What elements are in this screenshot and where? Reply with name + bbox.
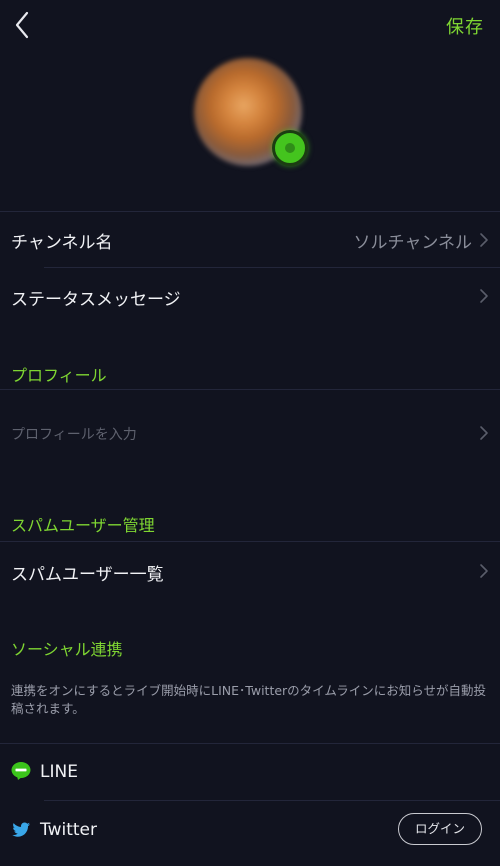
line-logo-icon	[11, 762, 31, 780]
profile-input-placeholder: プロフィールを入力	[11, 427, 137, 443]
social-section-title: ソーシャル連携	[11, 640, 123, 659]
chevron-right-icon	[480, 564, 488, 578]
chevron-left-icon	[15, 11, 29, 39]
channel-name-label: チャンネル名	[11, 233, 113, 253]
social-info-text: 連携をオンにするとライブ開始時にLINE･Twitterのタイムラインにお知らせ…	[11, 683, 487, 716]
channel-name-row[interactable]: チャンネル名 ソルチャンネル	[0, 212, 500, 267]
twitter-label: Twitter	[40, 820, 97, 840]
channel-avatar-editor[interactable]	[194, 58, 308, 170]
line-label: LINE	[40, 762, 78, 782]
channel-name-value: ソルチャンネル	[353, 233, 473, 253]
channel-settings-screen: 保存 チャンネル名 ソルチャンネル ステータスメッセージ プロフィール プロフィ…	[0, 0, 500, 866]
camera-icon[interactable]	[272, 130, 308, 166]
save-button[interactable]: 保存	[446, 13, 484, 39]
status-message-label: ステータスメッセージ	[11, 290, 181, 310]
twitter-bird-icon	[12, 822, 30, 837]
header-bar: 保存	[0, 0, 500, 52]
twitter-row: Twitter ログイン	[0, 801, 500, 857]
spam-section-title: スパムユーザー管理	[11, 516, 155, 535]
chevron-right-icon	[480, 233, 488, 247]
line-row: LINE	[0, 744, 500, 800]
spam-user-list-label: スパムユーザー一覧	[11, 565, 164, 585]
spam-user-list-row[interactable]: スパムユーザー一覧	[0, 542, 500, 598]
status-message-row[interactable]: ステータスメッセージ	[0, 268, 500, 324]
profile-section-title: プロフィール	[11, 366, 107, 385]
chevron-right-icon	[480, 289, 488, 303]
profile-input-row[interactable]: プロフィールを入力	[0, 390, 500, 476]
back-button[interactable]	[8, 6, 42, 44]
chevron-right-icon	[480, 426, 488, 440]
twitter-login-button[interactable]: ログイン	[398, 813, 482, 845]
